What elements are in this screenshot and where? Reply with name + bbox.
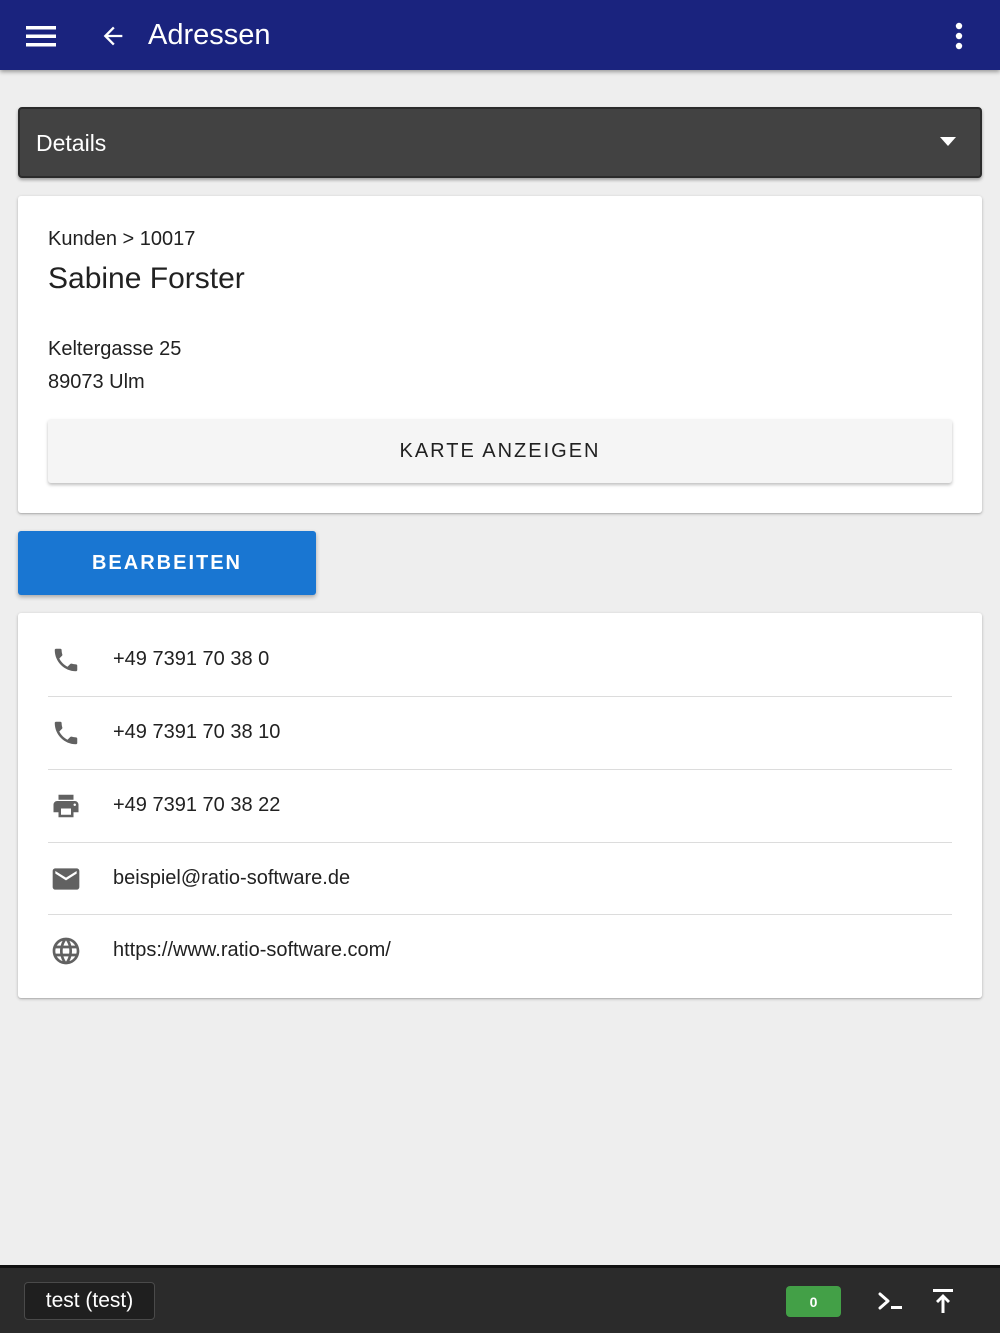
phone-number: +49 7391 70 38 0 [113,648,270,670]
terminal-icon [878,1292,902,1310]
show-map-button[interactable]: KARTE ANZEIGEN [48,419,952,483]
edit-button[interactable]: BEARBEITEN [18,531,316,595]
more-vert-icon [955,22,963,50]
email-address: beispiel@ratio-software.de [113,867,351,889]
scroll-to-top-button[interactable] [926,1282,960,1320]
details-label: Details [36,130,107,156]
count-badge[interactable]: 0 [786,1286,841,1317]
contact-row-email[interactable]: beispiel@ratio-software.de [48,842,952,915]
contact-row-fax[interactable]: +49 7391 70 38 22 [48,769,952,842]
contact-row-website[interactable]: https://www.ratio-software.com/ [48,914,952,987]
fax-number: +49 7391 70 38 22 [113,794,281,816]
phone-icon [49,716,83,750]
contact-row-phone[interactable]: +49 7391 70 38 10 [48,696,952,769]
breadcrumb: Kunden > 10017 [48,228,196,250]
address-card: Kunden > 10017 Sabine Forster Keltergass… [18,196,982,513]
terminal-button[interactable] [874,1284,908,1318]
website-url: https://www.ratio-software.com/ [113,939,391,961]
menu-icon [26,26,56,47]
scroll-to-top-icon [933,1289,953,1313]
contact-row-phone[interactable]: +49 7391 70 38 0 [48,623,952,696]
more-options-button[interactable] [940,17,978,55]
address-city: 89073 Ulm [48,371,145,393]
details-dropdown[interactable]: Details [18,107,982,178]
caret-down-icon [940,137,956,146]
phone-number: +49 7391 70 38 10 [113,721,281,743]
globe-icon [49,934,83,968]
app-bar: Adressen [0,0,1000,70]
page-title: Adressen [148,19,271,51]
print-icon [49,789,83,823]
mail-icon [49,862,83,896]
address-street: Keltergasse 25 [48,338,182,360]
menu-button[interactable] [22,17,60,55]
user-chip[interactable]: test (test) [24,1282,155,1320]
back-button[interactable] [94,17,132,55]
contact-card: +49 7391 70 38 0 +49 7391 70 38 10 +49 7… [18,613,982,998]
phone-icon [49,643,83,677]
customer-name: Sabine Forster [48,262,245,295]
arrow-back-icon [103,26,123,46]
bottom-bar: test (test) 0 [0,1265,1000,1333]
